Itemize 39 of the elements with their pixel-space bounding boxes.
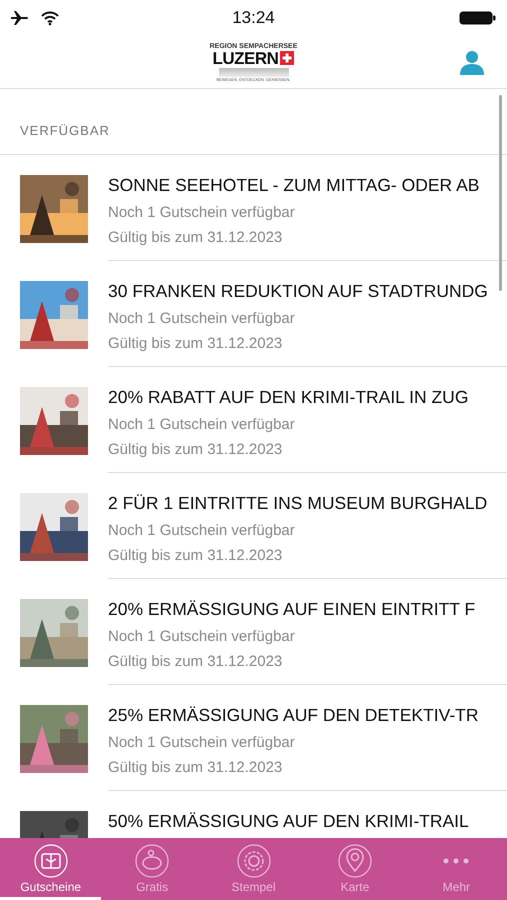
map-pin-icon xyxy=(338,844,372,878)
voucher-title: 25% ERMÄSSIGUNG AUF DEN DETEKTIV-TR xyxy=(108,705,478,726)
logo-name: LUZERN xyxy=(212,50,278,66)
voucher-row[interactable]: 25% ERMÄSSIGUNG AUF DEN DETEKTIV-TR Noch 1 Gutschein verfügbar Gültig bis zum 31.12.2023 xyxy=(0,685,507,791)
status-time: 13:24 xyxy=(232,8,275,28)
validity-text: Gültig bis zum 31.12.2023 xyxy=(108,653,282,670)
voucher-title: 50% ERMÄSSIGUNG AUF DEN KRIMI-TRAIL xyxy=(108,811,469,832)
validity-text: Gültig bis zum 31.12.2023 xyxy=(108,335,282,352)
validity-text: Gültig bis zum 31.12.2023 xyxy=(108,759,282,776)
voucher-row[interactable]: 30 FRANKEN REDUKTION AUF STADTRUNDG Noch 1 Gutschein verfügbar Gültig bis zum 31.12.2023 xyxy=(0,261,507,367)
tab[interactable]: Gutscheine xyxy=(0,838,102,900)
availability-text: Noch 1 Gutschein verfügbar xyxy=(108,310,295,327)
piggy-bank-icon xyxy=(135,844,170,878)
battery-icon xyxy=(458,10,497,26)
logo-reflection xyxy=(218,68,288,76)
voucher-title: 30 FRANKEN REDUKTION AUF STADTRUNDG xyxy=(108,281,488,302)
voucher-row[interactable]: 20% ERMÄSSIGUNG AUF EINEN EINTRITT F Noch 1 Gutschein verfügbar Gültig bis zum 31.12.2023 xyxy=(0,579,507,685)
availability-text: Noch 1 Gutschein verfügbar xyxy=(108,416,295,433)
voucher-title: 2 FÜR 1 EINTRITTE INS MUSEUM BURGHALD xyxy=(108,493,488,514)
availability-text: Noch 1 Gutschein verfügbar xyxy=(108,204,295,221)
validity-text: Gültig bis zum 31.12.2023 xyxy=(108,229,282,246)
voucher-row[interactable]: 20% RABATT AUF DEN KRIMI-TRAIL IN ZUG Noch 1 Gutschein verfügbar Gültig bis zum 31.12.2023 xyxy=(0,367,507,473)
availability-text: Noch 1 Gutschein verfügbar xyxy=(108,628,295,645)
voucher-icon xyxy=(34,844,68,878)
voucher-row[interactable]: 2 FÜR 1 EINTRITTE INS MUSEUM BURGHALD Noch 1 Gutschein verfügbar Gültig bis zum 31.12.2023 xyxy=(0,473,507,579)
more-icon xyxy=(443,858,470,864)
availability-text: Noch 1 Gutschein verfügbar xyxy=(108,734,295,751)
voucher-row[interactable]: SONNE SEEHOTEL - ZUM MITTAG- ODER AB Noch 1 Gutschein verfügbar Gültig bis zum 31.12.2023 xyxy=(0,155,507,261)
swiss-cross-icon xyxy=(280,51,294,65)
wifi-icon xyxy=(40,10,60,26)
user-icon[interactable] xyxy=(459,49,485,75)
validity-text: Gültig bis zum 31.12.2023 xyxy=(108,547,282,564)
availability-text: Noch 1 Gutschein verfügbar xyxy=(108,522,295,539)
airplane-icon xyxy=(10,10,30,26)
voucher-title: 20% RABATT AUF DEN KRIMI-TRAIL IN ZUG xyxy=(108,387,468,408)
validity-text: Gültig bis zum 31.12.2023 xyxy=(108,441,282,458)
voucher-title: 20% ERMÄSSIGUNG AUF EINEN EINTRITT F xyxy=(108,599,476,620)
voucher-title: SONNE SEEHOTEL - ZUM MITTAG- ODER AB xyxy=(108,175,480,196)
badge-icon xyxy=(236,844,271,878)
